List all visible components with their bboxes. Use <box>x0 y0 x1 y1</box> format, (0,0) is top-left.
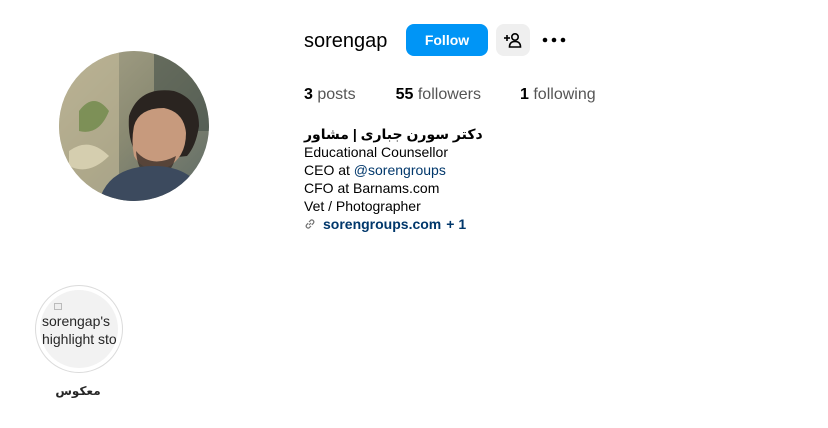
followers-count: 55 <box>395 86 414 103</box>
add-user-icon <box>504 32 522 48</box>
avatar-photo <box>59 51 209 201</box>
posts-label: posts <box>317 86 356 103</box>
more-options-icon <box>542 37 566 43</box>
bio-mention-link[interactable]: @sorengroups <box>354 162 446 178</box>
posts-count: 3 <box>304 86 313 103</box>
suggested-users-button[interactable] <box>496 24 530 56</box>
profile-bio: دکتر سورن جباری | مشاور Educational Coun… <box>304 125 483 233</box>
followers-stat[interactable]: 55 followers <box>396 86 481 104</box>
profile-avatar[interactable] <box>59 51 209 201</box>
highlight-alt-text: sorengap's highlight story <box>42 313 118 347</box>
bio-line-3: CFO at Barnams.com <box>304 180 440 196</box>
profile-full-name: دکتر سورن جباری | مشاور <box>304 126 483 142</box>
following-count: 1 <box>520 86 529 103</box>
bio-line-1: Educational Counsellor <box>304 144 448 160</box>
profile-username: sorengap <box>304 30 388 52</box>
broken-image-icon <box>54 303 62 310</box>
following-stat[interactable]: 1 following <box>520 86 596 104</box>
more-options-button[interactable] <box>540 28 568 52</box>
bio-link-text: sorengroups.com <box>323 216 442 232</box>
bio-line-4: Vet / Photographer <box>304 198 421 214</box>
bio-line-2: CEO at @sorengroups <box>304 161 483 179</box>
following-label: following <box>533 86 596 103</box>
highlight-title[interactable]: معکوس <box>38 384 118 398</box>
bio-link-more: + 1 <box>446 216 467 232</box>
follow-button[interactable]: Follow <box>406 24 488 56</box>
followers-label: followers <box>417 86 481 103</box>
bio-external-link[interactable]: sorengroups.com + 1 <box>304 215 483 233</box>
link-icon <box>305 219 315 229</box>
bio-line-2-prefix: CEO at <box>304 162 354 178</box>
profile-stats: 3 posts 55 followers 1 following <box>304 86 596 104</box>
highlight-cover: sorengap's highlight story <box>40 290 118 368</box>
posts-stat: 3 posts <box>304 86 356 104</box>
story-highlight[interactable]: sorengap's highlight story <box>35 285 123 373</box>
